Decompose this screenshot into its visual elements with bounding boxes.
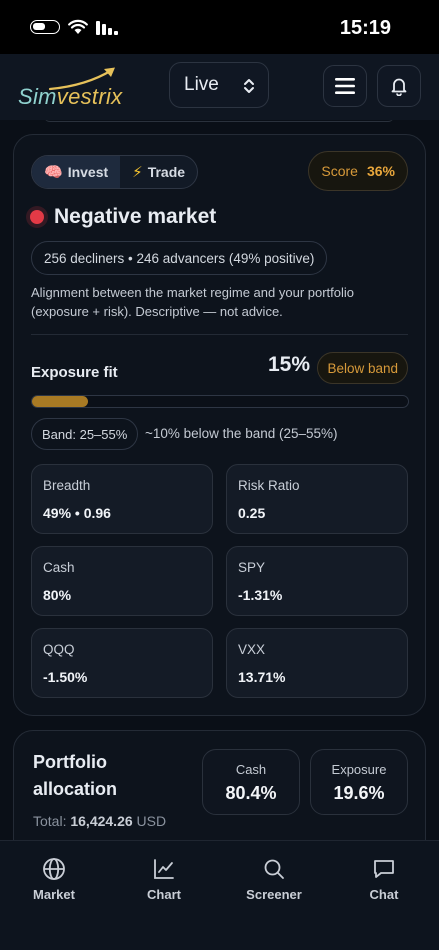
signal-icon bbox=[96, 21, 118, 35]
metric-card-vxx: VXX 13.71% bbox=[226, 628, 408, 698]
exposure-stat: Exposure 19.6% bbox=[310, 749, 408, 815]
tab-invest-label: Invest bbox=[67, 164, 109, 180]
chevron-updown-icon bbox=[244, 79, 254, 93]
metric-card-qqq: QQQ -1.50% bbox=[31, 628, 213, 698]
metric-card-breadth: Breadth 49% • 0.96 bbox=[31, 464, 213, 534]
total-currency: USD bbox=[136, 813, 167, 829]
wifi-icon bbox=[68, 19, 88, 34]
tab-invest[interactable]: 🧠 Invest bbox=[32, 156, 121, 188]
cash-stat-label: Cash bbox=[235, 762, 267, 777]
menu-button[interactable] bbox=[323, 65, 367, 107]
nav-chat-label: Chat bbox=[369, 887, 399, 902]
main-content[interactable]: 🧠 Invest ⚡ Trade Score 36% Negative mark… bbox=[0, 120, 439, 840]
nav-chat[interactable]: Chat bbox=[344, 857, 424, 902]
breadth-summary-pill: 256 decliners • 246 advancers (49% posit… bbox=[31, 241, 328, 275]
cash-stat: Cash 80.4% bbox=[202, 749, 300, 815]
score-badge: Score 36% bbox=[308, 151, 408, 191]
metric-label: Breadth bbox=[43, 478, 91, 493]
allocation-total: Total: 16,424.26 USD bbox=[33, 813, 166, 829]
app-logo[interactable]: Simvestrix bbox=[18, 66, 136, 110]
metric-value: -1.31% bbox=[238, 587, 283, 603]
bottom-nav: Market Chart Screener Chat bbox=[0, 840, 439, 950]
market-regime-label: Negative market bbox=[54, 205, 217, 228]
alignment-description: Alignment between the market regime and … bbox=[31, 285, 355, 319]
metric-card-spy: SPY -1.31% bbox=[226, 546, 408, 616]
nav-screener-label: Screener bbox=[246, 887, 302, 902]
nav-screener[interactable]: Screener bbox=[234, 857, 314, 902]
market-regime-title: Negative market bbox=[30, 205, 216, 229]
notifications-button[interactable] bbox=[377, 65, 421, 107]
market-alignment-card: 🧠 Invest ⚡ Trade Score 36% Negative mark… bbox=[13, 134, 426, 716]
metric-value: 80% bbox=[43, 587, 72, 603]
tab-trade-label: Trade bbox=[147, 164, 186, 180]
metric-value: -1.50% bbox=[43, 669, 88, 685]
chat-icon bbox=[374, 860, 394, 878]
total-value: 16,424.26 bbox=[70, 813, 133, 829]
exposure-progress-bar bbox=[31, 395, 409, 408]
metric-value: 13.71% bbox=[238, 669, 286, 685]
total-label: Total: bbox=[33, 813, 67, 829]
globe-icon bbox=[43, 858, 65, 880]
search-icon bbox=[264, 859, 284, 879]
band-status-badge: Below band bbox=[317, 352, 408, 384]
nav-chart-label: Chart bbox=[147, 887, 181, 902]
battery-icon bbox=[30, 20, 60, 34]
mode-select[interactable]: Live bbox=[169, 62, 269, 108]
mode-select-value: Live bbox=[184, 74, 219, 95]
exposure-fit-percent: 15% bbox=[268, 353, 311, 376]
brain-icon: 🧠 bbox=[44, 164, 63, 181]
metric-label: SPY bbox=[238, 560, 266, 575]
status-icons bbox=[30, 19, 120, 35]
status-time: 15:19 bbox=[339, 17, 391, 39]
previous-card-edge bbox=[44, 120, 394, 122]
hamburger-icon bbox=[335, 78, 355, 94]
nav-market-label: Market bbox=[33, 887, 75, 902]
exposure-stat-value: 19.6% bbox=[333, 783, 385, 803]
tab-trade[interactable]: ⚡ Trade bbox=[120, 156, 197, 188]
cash-stat-value: 80.4% bbox=[225, 783, 277, 803]
metric-value: 49% • 0.96 bbox=[43, 505, 111, 521]
status-dot-icon bbox=[30, 210, 44, 224]
bell-icon bbox=[391, 78, 407, 96]
score-label: Score bbox=[321, 163, 358, 179]
score-value: 36% bbox=[366, 163, 395, 179]
exposure-stat-label: Exposure bbox=[331, 762, 387, 777]
mode-tabs: 🧠 Invest ⚡ Trade bbox=[31, 155, 199, 189]
lightning-icon: ⚡ bbox=[132, 164, 143, 181]
line-chart-icon bbox=[154, 859, 174, 879]
exposure-fit-label: Exposure fit bbox=[31, 364, 118, 381]
band-note: ~10% below the band (25–55%) bbox=[145, 426, 338, 441]
metric-label: Risk Ratio bbox=[238, 478, 300, 493]
status-bar: 15:19 bbox=[0, 0, 439, 54]
nav-market[interactable]: Market bbox=[14, 857, 94, 902]
nav-chart[interactable]: Chart bbox=[124, 857, 204, 902]
allocation-title: Portfolio allocation bbox=[33, 752, 118, 799]
metric-label: QQQ bbox=[43, 642, 75, 657]
metric-label: Cash bbox=[43, 560, 75, 575]
metric-label: VXX bbox=[238, 642, 266, 657]
app-header: Simvestrix Live bbox=[0, 54, 439, 120]
band-range-chip: Band: 25–55% bbox=[31, 418, 139, 450]
divider bbox=[31, 334, 408, 335]
metric-card-cash: Cash 80% bbox=[31, 546, 213, 616]
metric-value: 0.25 bbox=[238, 505, 266, 521]
portfolio-allocation-card: Portfolio allocation Total: 16,424.26 US… bbox=[13, 730, 426, 840]
exposure-progress-fill bbox=[32, 396, 89, 407]
logo-text: Simvestrix bbox=[18, 84, 123, 109]
metric-card-risk-ratio: Risk Ratio 0.25 bbox=[226, 464, 408, 534]
